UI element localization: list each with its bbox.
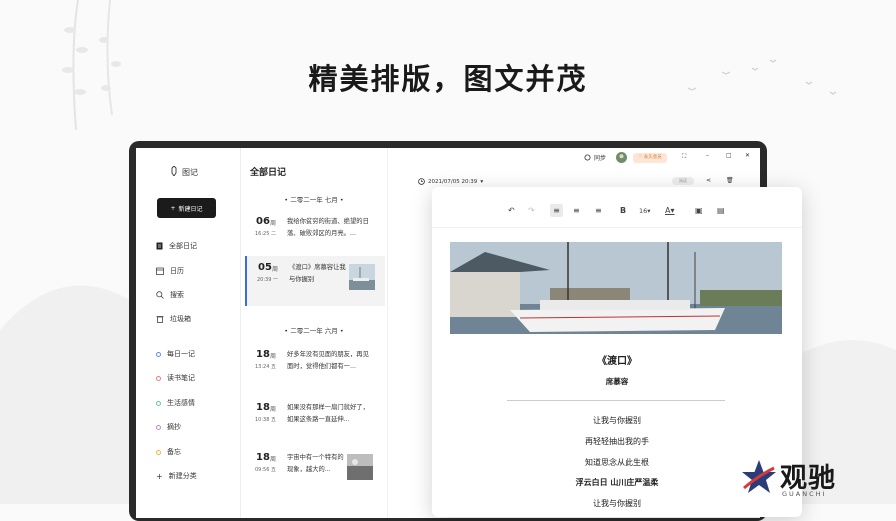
maximize-icon[interactable]: □ — [726, 152, 732, 159]
category-reading-notes[interactable]: 读书笔记 — [156, 373, 195, 383]
share-icon[interactable]: ⋖ — [706, 177, 711, 184]
sidebar-item-search[interactable]: 搜索 — [156, 290, 184, 300]
trash-icon — [156, 316, 164, 323]
sync-button[interactable]: 同步 — [584, 153, 606, 162]
align-right-icon[interactable]: ≡ — [595, 206, 602, 215]
clock-icon — [418, 178, 425, 185]
format-toolbar: ↶ ↷ ≡ ≡ ≡ B 16▾ A▾ ▣ ▤ — [432, 187, 802, 228]
list-item-selected[interactable]: 05 周 20:39 一 《渡口》席慕容让我与你握别 — [245, 256, 385, 306]
fullscreen-icon[interactable]: ⛶ — [682, 153, 686, 161]
brand-logo: 观驰 GUANCHI — [740, 456, 852, 502]
redo-icon[interactable]: ↷ — [528, 206, 535, 215]
pen-icon — [170, 165, 178, 178]
harbor-photo — [450, 242, 782, 334]
plus-icon: + — [170, 204, 176, 212]
thumbnail-image — [347, 454, 373, 480]
sidebar-item-all-diaries[interactable]: 全部日记 — [156, 241, 197, 251]
close-icon[interactable]: ✕ — [745, 152, 750, 159]
poem-line: 再轻轻抽出我的手 — [585, 437, 649, 446]
diary-list: 全部日记 • 二零二一年 七月 • 06 周 16:25 二 我给你贫穷的街道、… — [241, 148, 388, 518]
note-icon[interactable]: ▤ — [717, 206, 725, 215]
category-excerpts[interactable]: 摘抄 — [156, 422, 181, 432]
list-item[interactable]: 18 周 10:38 五 如果没有那样一扇门就好了，如果这条路一直延伸... — [245, 396, 383, 446]
divider — [507, 400, 725, 401]
app-title: 图记 — [170, 165, 198, 178]
search-icon — [156, 291, 164, 299]
align-center-icon[interactable]: ≡ — [573, 206, 580, 215]
list-item[interactable]: 18 周 13:24 五 好多年没有见面的朋友，再见面时，觉得他们都有一... — [245, 343, 383, 393]
sync-icon — [584, 154, 591, 161]
font-size-select[interactable]: 16▾ — [639, 207, 651, 215]
bold-icon[interactable]: B — [620, 206, 626, 215]
sidebar-item-calendar[interactable]: 日历 — [156, 266, 184, 276]
align-left-icon[interactable]: ≡ — [550, 204, 563, 217]
minimize-icon[interactable]: – — [706, 152, 709, 159]
month-header: • 二零二一年 七月 • — [284, 196, 344, 204]
star-logo-icon — [742, 460, 776, 493]
category-dot-icon — [156, 400, 161, 406]
calendar-icon — [156, 267, 164, 275]
thumbnail-image — [349, 264, 375, 290]
new-diary-button[interactable]: + 新建日记 — [157, 198, 216, 218]
headline: 精美排版，图文并茂 — [308, 62, 588, 96]
text-color-icon[interactable]: A▾ — [665, 206, 675, 215]
sidebar-item-trash[interactable]: 垃圾箱 — [156, 314, 191, 324]
category-dot-icon — [156, 375, 161, 381]
caret-down-icon: ▾ — [480, 178, 484, 185]
list-item[interactable]: 18 周 09:56 五 宇宙中有一个特有的现象，越大的... — [245, 446, 383, 496]
vip-badge[interactable]: ♡ 永久会员 — [633, 153, 667, 163]
avatar[interactable] — [616, 152, 627, 163]
month-header: • 二零二一年 六月 • — [284, 327, 344, 335]
list-title: 全部日记 — [250, 168, 287, 178]
date-selector[interactable]: 2021/07/05 20:39 ▾ — [418, 178, 483, 185]
sidebar: 图记 + 新建日记 全部日记 日历 搜索 垃圾箱 每日一记 读书笔记 生活感情 … — [136, 148, 241, 518]
category-daily[interactable]: 每日一记 — [156, 349, 195, 359]
category-dot-icon — [156, 449, 161, 455]
trash-icon[interactable]: 🗑 — [726, 177, 734, 184]
image-icon[interactable]: ▣ — [695, 206, 703, 215]
poem-author: 席慕容 — [605, 377, 629, 386]
list-item[interactable]: 06 周 16:25 二 我给你贫穷的街道、绝望的日落、破败郊区的月亮。... — [245, 210, 383, 260]
category-memo[interactable]: 备忘 — [156, 447, 181, 457]
category-life[interactable]: 生活感情 — [156, 398, 195, 408]
document-icon — [156, 242, 163, 250]
poem-line: 让我与你握别 — [593, 416, 641, 425]
poem-title: 《渡口》 — [597, 356, 637, 367]
category-dot-icon — [156, 424, 161, 430]
plus-icon: + — [156, 471, 163, 481]
read-mode-toggle[interactable]: 阅读 — [672, 177, 694, 185]
undo-icon[interactable]: ↶ — [508, 206, 515, 215]
add-category-button[interactable]: + 新建分类 — [156, 471, 197, 481]
category-dot-icon — [156, 351, 161, 357]
